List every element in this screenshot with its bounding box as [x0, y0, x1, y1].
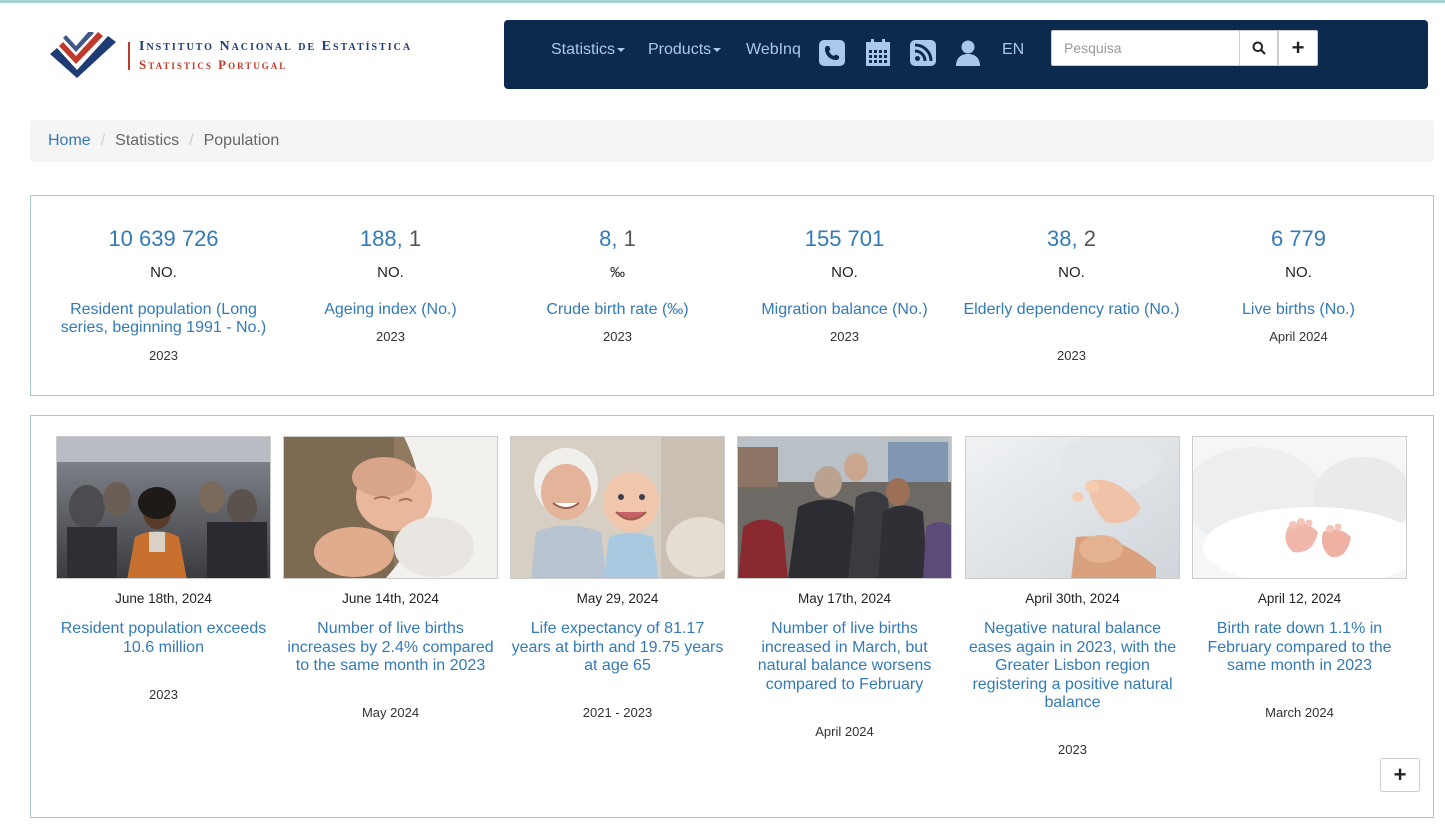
news-date: May 29, 2024 — [576, 591, 659, 606]
indicator-unit: NO. — [831, 264, 858, 281]
breadcrumb-current: Population — [203, 132, 280, 149]
news-title-link[interactable]: Number of live births increased in March… — [737, 620, 952, 694]
news-title-link[interactable]: Life expectancy of 81.17 years at birth … — [510, 620, 725, 676]
rss-icon[interactable] — [909, 39, 937, 67]
indicator-name-link[interactable]: Ageing index (No.) — [282, 301, 499, 319]
nav-products[interactable]: Products — [648, 41, 722, 59]
indicator-value-dec: 2 — [1077, 226, 1096, 251]
indicator-period: 2023 — [1057, 348, 1086, 363]
news-period: 2023 — [1058, 742, 1087, 757]
news-image[interactable] — [510, 436, 725, 579]
nav-webinq[interactable]: WebInq — [746, 41, 801, 59]
indicator-value[interactable]: 38, 2 — [958, 226, 1185, 252]
indicator-value[interactable]: 6 779 — [1185, 226, 1412, 252]
indicator-unit: NO. — [1058, 264, 1085, 281]
indicator-period: 2023 — [830, 329, 859, 344]
indicator-value[interactable]: 188, 1 — [277, 226, 504, 252]
indicator-value[interactable]: 155 701 — [731, 226, 958, 252]
calendar-icon[interactable] — [864, 39, 892, 67]
news-title-link[interactable]: Resident population exceeds 10.6 million — [56, 620, 271, 657]
more-news-button[interactable]: + — [1380, 758, 1420, 792]
news-title-link[interactable]: Birth rate down 1.1% in February compare… — [1192, 620, 1407, 676]
news-date: June 18th, 2024 — [115, 591, 212, 606]
indicator-name-link[interactable]: Migration balance (No.) — [736, 301, 953, 319]
breadcrumb-home[interactable]: Home — [48, 132, 91, 149]
indicator-value[interactable]: 8, 1 — [504, 226, 731, 252]
indicator-value-int: 8, — [599, 226, 618, 251]
news-title-link[interactable]: Negative natural balance eases again in … — [965, 620, 1180, 713]
breadcrumb-separator: / — [100, 132, 106, 149]
ine-logo[interactable]: Instituto Nacional de Estatística Statis… — [50, 32, 495, 80]
caret-down-icon — [713, 47, 722, 52]
news-image[interactable] — [56, 436, 271, 579]
expand-plus-button[interactable]: + — [1278, 30, 1318, 66]
indicator-unit: NO. — [377, 264, 404, 281]
indicator-value-dec: 1 — [617, 226, 636, 251]
indicator-name-link[interactable]: Crude birth rate (‰) — [509, 301, 726, 319]
indicator-name-link[interactable]: Live births (No.) — [1190, 301, 1407, 319]
news-image[interactable] — [1192, 436, 1407, 579]
news-image[interactable] — [737, 436, 952, 579]
news-period: May 2024 — [361, 705, 420, 720]
indicator-unit: NO. — [1285, 264, 1312, 281]
news-date: May 17th, 2024 — [797, 591, 892, 606]
indicator-period: April 2024 — [1269, 329, 1328, 344]
indicator-name-link[interactable]: Resident population (Long series, beginn… — [55, 301, 272, 337]
nav-statistics-label: Statistics — [551, 41, 616, 58]
language-switch[interactable]: EN — [1002, 41, 1024, 59]
indicator-unit: ‰ — [610, 264, 625, 281]
ine-logo-mark — [50, 32, 116, 78]
indicator-value-int: 188, — [359, 226, 403, 251]
indicator-value[interactable]: 10 639 726 — [50, 226, 277, 252]
indicator-value-int: 38, — [1047, 226, 1078, 251]
indicator-period: 2023 — [149, 348, 178, 363]
news-panel: June 18th, 2024 Resident population exce… — [30, 415, 1434, 818]
news-period: 2023 — [149, 687, 178, 702]
search-input[interactable] — [1051, 30, 1240, 66]
user-icon[interactable] — [954, 39, 982, 67]
news-period: 2021 - 2023 — [582, 705, 653, 720]
search-icon — [1252, 41, 1266, 55]
indicator-period: 2023 — [376, 329, 405, 344]
breadcrumb: Home / Statistics / Population — [30, 120, 1434, 162]
indicator-unit: NO. — [150, 264, 177, 281]
news-period: April 2024 — [815, 724, 874, 739]
news-period: March 2024 — [1265, 705, 1334, 720]
news-date: June 14th, 2024 — [342, 591, 439, 606]
top-accent-line — [0, 0, 1445, 3]
breadcrumb-statistics[interactable]: Statistics — [115, 132, 179, 149]
nav-statistics[interactable]: Statistics — [551, 41, 626, 59]
logo-title: Instituto Nacional de Estatística — [139, 39, 413, 54]
indicator-period: 2023 — [603, 329, 632, 344]
top-navbar: Statistics Products WebInq EN + — [504, 20, 1428, 89]
news-date: April 30th, 2024 — [1025, 591, 1120, 606]
search-button[interactable] — [1239, 30, 1278, 66]
indicator-value-dec: 1 — [402, 226, 422, 251]
news-date: April 12, 2024 — [1257, 591, 1342, 606]
indicator-name-link[interactable]: Elderly dependency ratio (No.) — [963, 301, 1180, 319]
caret-down-icon — [617, 47, 626, 52]
breadcrumb-separator: / — [189, 132, 194, 149]
indicators-panel: 10 639 726 NO. Resident population (Long… — [30, 195, 1434, 396]
nav-products-label: Products — [648, 41, 712, 58]
logo-subtitle: Statistics Portugal — [139, 57, 288, 72]
news-title-link[interactable]: Number of live births increases by 2.4% … — [283, 620, 498, 676]
news-image[interactable] — [965, 436, 1180, 579]
logo-divider — [128, 42, 130, 70]
news-image[interactable] — [283, 436, 498, 579]
phone-icon[interactable] — [818, 39, 846, 67]
